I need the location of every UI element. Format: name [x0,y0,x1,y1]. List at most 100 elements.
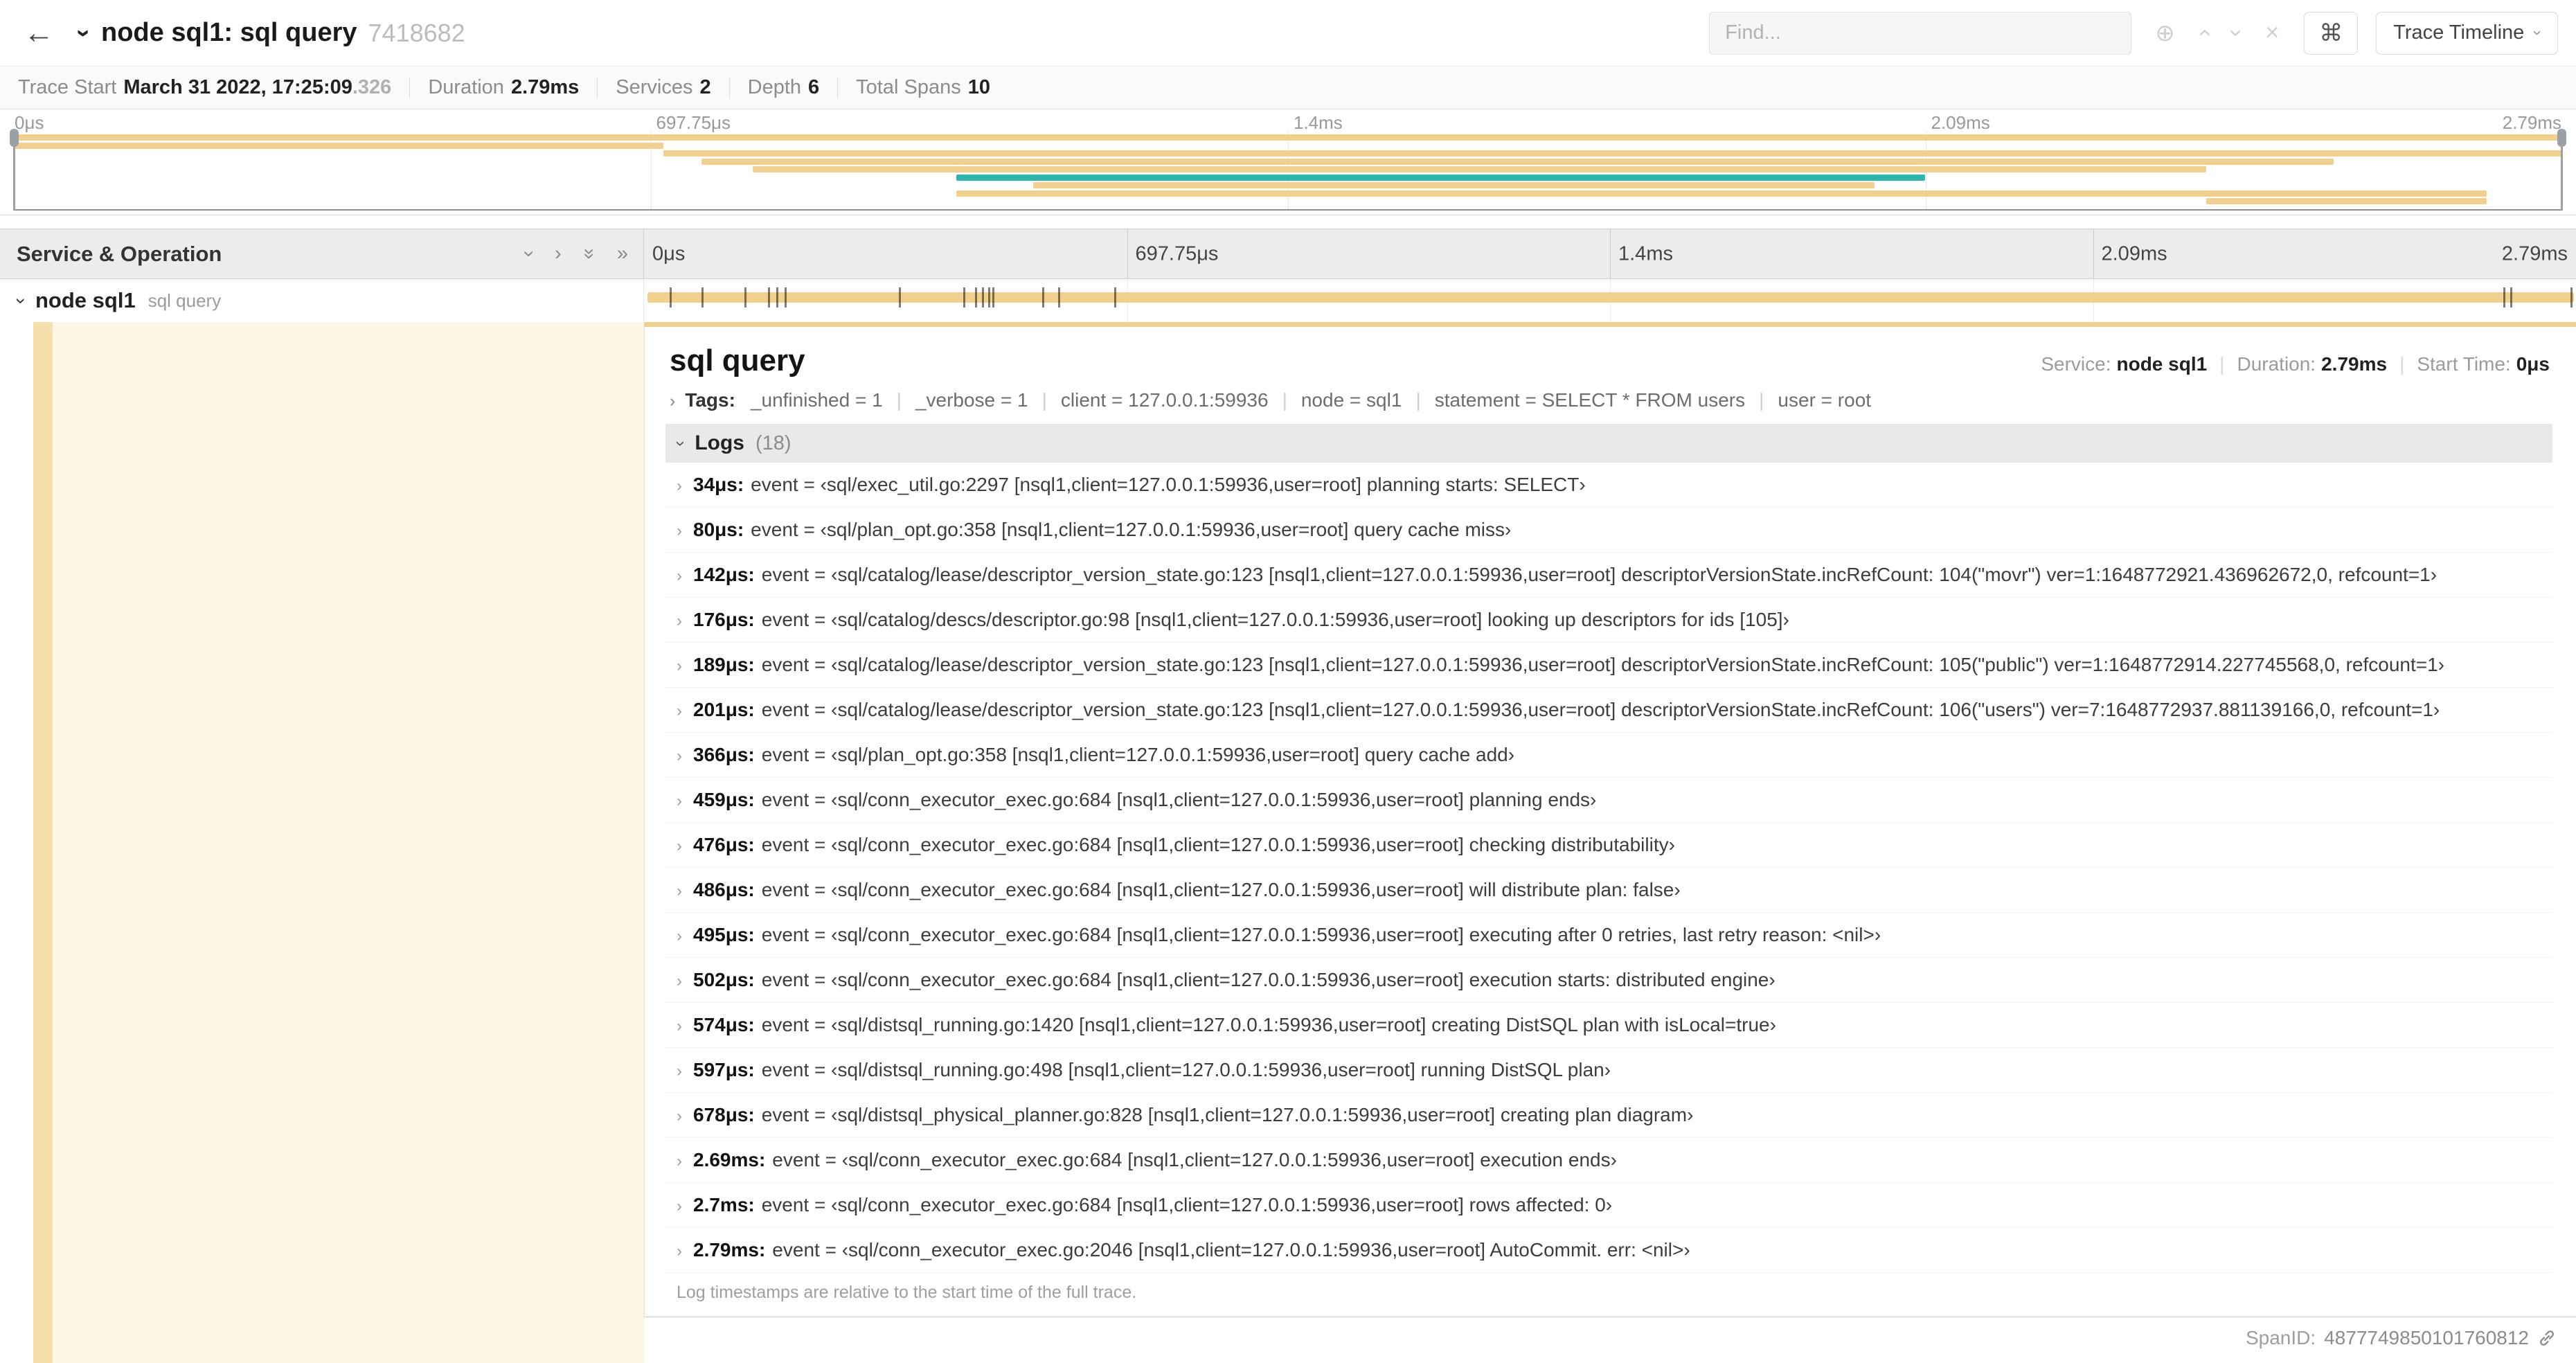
log-row[interactable]: › 502μs: event = ‹sql/conn_executor_exec.g… [665,958,2552,1003]
trace-stat-value: 10 [967,76,990,98]
find-input[interactable] [1709,11,2132,55]
tag-node: node = sql1 [1300,389,1402,411]
log-message: event = ‹sql/conn_executor_exec.go:684 [… [761,924,1881,945]
prev-match-icon[interactable]: › [2190,29,2217,37]
span-expand-chevron-icon[interactable]: › [10,298,32,304]
log-row[interactable]: › 189μs: event = ‹sql/catalog/lease/descri… [665,643,2552,688]
minimap-scrubber-right[interactable] [2557,129,2566,211]
log-message: event = ‹sql/conn_executor_exec.go:684 [… [761,789,1597,810]
ruler-divider [2093,229,2094,278]
next-match-icon[interactable]: › [2223,29,2250,37]
log-row[interactable]: › 2.7ms: event = ‹sql/conn_executor_exec.g… [665,1183,2552,1228]
expand-all-icon[interactable]: » [617,242,628,265]
minimap-span-bar [663,150,2563,157]
back-button[interactable]: ← [18,16,60,51]
log-row[interactable]: › 176μs: event = ‹sql/catalog/descs/descri… [665,598,2552,643]
trace-stat-label: Trace Start [18,76,117,98]
log-tick [701,287,704,308]
timeline-ruler: 0μs 697.75μs 1.4ms 2.09ms 2.79ms [644,229,2576,278]
span-detail-tint [53,322,644,1363]
minimap-span-bar [13,134,2563,141]
span-name-cell[interactable]: › node sql1 sql query [0,279,644,322]
trace-stat: Services 2 [616,76,710,99]
chevron-right-icon: › [677,476,682,495]
trace-stat-label: Services [616,76,693,98]
log-row[interactable]: › 476μs: event = ‹sql/conn_executor_exec.g… [665,823,2552,868]
log-timestamp: 574μs: [693,1014,755,1035]
log-timestamp: 476μs: [693,834,755,855]
ruler-divider [1610,229,1611,278]
log-row[interactable]: › 486μs: event = ‹sql/conn_executor_exec.g… [665,868,2552,913]
log-timestamp: 502μs: [693,969,755,990]
log-tick [776,287,779,308]
log-timestamp: 597μs: [693,1059,755,1080]
tag-separator: | [1282,389,1287,411]
expand-one-icon[interactable]: › [555,242,562,265]
locate-match-icon[interactable]: ⊕ [2155,19,2175,47]
scrubber-grip-icon[interactable] [2557,129,2566,147]
chevron-right-icon: › [677,837,682,855]
tags-accordion[interactable]: › Tags: _unfinished = 1 | _verbose = 1 | cli… [665,389,2552,411]
span-timeline-cell[interactable] [644,279,2576,322]
logs-accordion-header[interactable]: › Logs (18) [665,424,2552,463]
trace-stat: Duration 2.79ms [428,76,579,99]
log-row[interactable]: › 366μs: event = ‹sql/plan_opt.go:358 [nsq… [665,733,2552,778]
log-message: event = ‹sql/catalog/lease/descriptor_ve… [761,654,2445,675]
tags-summary: _unfinished = 1 | _verbose = 1 | client = 12… [751,389,1871,411]
log-row[interactable]: › 80μs: event = ‹sql/plan_opt.go:358 [nsql… [665,508,2552,553]
log-timestamp: 486μs: [693,879,755,900]
log-tick [987,287,990,308]
info-separator [597,77,598,98]
keyboard-shortcuts-button[interactable]: ⌘ [2304,11,2359,55]
chevron-right-icon: › [677,747,682,765]
tag-_verbose: _verbose = 1 [915,389,1028,411]
ruler-tick-label: 0μs [652,242,686,265]
log-row[interactable]: › 201μs: event = ‹sql/catalog/lease/descri… [665,688,2552,733]
scrubber-grip-icon[interactable] [10,129,19,147]
span-detail-panel: sql query Service: node sql1 | Duration:… [644,322,2576,1317]
trace-stat-extra: .326 [352,76,392,98]
span-color-accent[interactable] [33,322,53,1363]
meta-separator: | [2399,353,2405,375]
tag-client: client = 127.0.0.1:59936 [1060,389,1269,411]
log-row[interactable]: › 459μs: event = ‹sql/conn_executor_exec.g… [665,778,2552,823]
duration-value: 2.79ms [2321,353,2388,375]
log-timestamp: 495μs: [693,924,755,945]
clear-search-icon[interactable]: × [2265,19,2279,46]
trace-view-selector[interactable]: Trace Timeline › [2376,11,2558,55]
log-row[interactable]: › 2.79ms: event = ‹sql/conn_executor_exec.… [665,1228,2552,1273]
chevron-right-icon: › [677,1197,682,1215]
deep-link-icon[interactable] [2537,1328,2557,1348]
minimap-spans [13,134,2563,208]
minimap-canvas[interactable]: 0μs 697.75μs 1.4ms 2.09ms 2.79ms [10,109,2566,215]
collapse-one-icon[interactable]: › [518,251,541,258]
log-row[interactable]: › 142μs: event = ‹sql/catalog/lease/descri… [665,553,2552,598]
log-row[interactable]: › 495μs: event = ‹sql/conn_executor_exec.g… [665,913,2552,958]
log-row[interactable]: › 574μs: event = ‹sql/distsql_running.go:1… [665,1003,2552,1048]
trace-minimap[interactable]: 0μs 697.75μs 1.4ms 2.09ms 2.79ms [0,109,2576,215]
log-tick [2503,287,2506,308]
log-timestamp: 201μs: [693,699,755,720]
service-operation-header: Service & Operation › › » » [0,229,644,278]
minimap-span-bar [2206,198,2487,204]
log-tick [963,287,965,308]
log-row[interactable]: › 678μs: event = ‹sql/distsql_physical_pla… [665,1093,2552,1138]
log-message: event = ‹sql/conn_executor_exec.go:684 [… [761,969,1776,990]
log-row[interactable]: › 597μs: event = ‹sql/distsql_running.go:4… [665,1048,2552,1093]
tag-statement: statement = SELECT * FROM users [1434,389,1746,411]
tag-separator: | [1759,389,1764,411]
log-message: event = ‹sql/catalog/descs/descriptor.go… [761,609,1789,630]
trace-stat-label: Total Spans [856,76,961,98]
top-bar: ← › node sql1: sql query 7418682 ⊕ › › ×… [0,0,2576,66]
span-row[interactable]: › node sql1 sql query [0,279,2576,322]
span-duration-bar[interactable] [647,287,2574,308]
trace-view-label: Trace Timeline [2393,21,2525,44]
chevron-right-icon: › [677,792,682,810]
log-tick [974,287,977,308]
log-tick [785,287,787,308]
log-row[interactable]: › 2.69ms: event = ‹sql/conn_executor_exec.… [665,1138,2552,1183]
log-row[interactable]: › 34μs: event = ‹sql/exec_util.go:2297 [ns… [665,463,2552,508]
collapse-header-chevron-icon[interactable]: › [70,29,99,37]
minimap-scrubber-left[interactable] [10,129,19,211]
collapse-all-icon[interactable]: » [578,248,600,259]
